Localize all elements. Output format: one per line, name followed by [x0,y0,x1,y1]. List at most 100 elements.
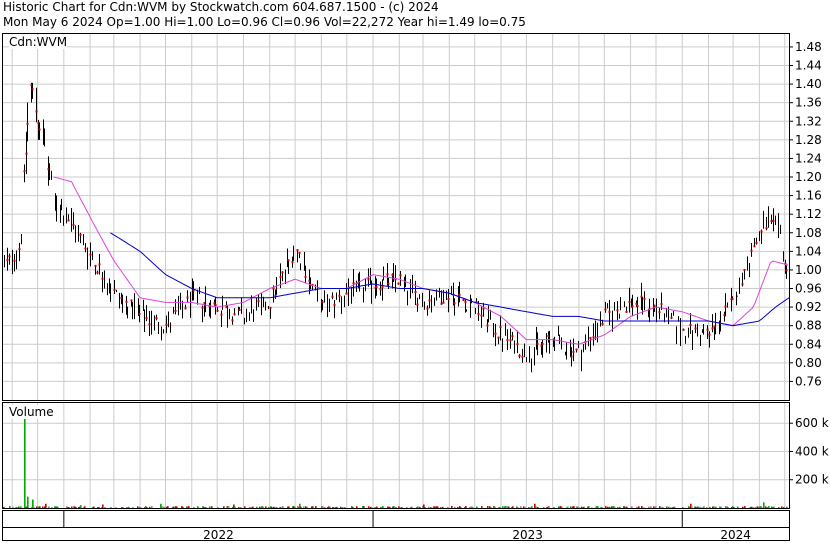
volume-bar [609,506,611,508]
volume-bar [352,507,354,509]
close-dot [414,290,417,293]
close-dot [416,303,419,306]
close-dot [516,343,519,346]
close-dot [440,302,443,305]
volume-bar [757,506,759,508]
close-dot [765,227,768,230]
close-dot [18,248,21,251]
volume-bar [573,506,575,508]
close-dot [486,324,489,327]
volume-bar [768,506,770,508]
volume-bar [115,507,117,509]
close-dot [304,276,307,279]
close-dot [682,328,685,331]
volume-bar [537,507,539,509]
close-dot [521,355,524,358]
price-tick-label: 1.28 [795,133,822,147]
volume-bars [3,406,791,509]
volume-bar [9,506,11,508]
volume-bar [494,506,496,508]
volume-bar [781,506,783,508]
price-tick-label: 0.88 [795,319,822,333]
volume-bar [631,506,633,508]
volume-bar [601,506,603,508]
volume-bar [737,506,739,508]
volume-bar [33,506,35,508]
volume-bar [703,507,705,509]
close-dot [333,304,336,307]
close-dot [145,317,148,320]
volume-bar [84,506,86,508]
volume-bar [655,506,657,508]
volume-bar [700,506,702,508]
volume-bar [428,506,430,508]
close-dot [770,220,773,223]
volume-bar [581,506,583,508]
price-volume-chart: 1.48 1.44 1.40 1.36 1.32 1.28 1.24 1.20 1.16 1.12… [2,33,829,542]
close-dot [453,302,456,305]
close-dot [23,170,26,173]
price-tick-label: 1.04 [795,244,822,258]
volume-bar [668,506,670,508]
price-tick-label: 0.80 [795,356,822,370]
price-tick-label: 1.16 [795,189,822,203]
close-dot [79,233,82,236]
close-dot [601,323,604,326]
volume-bar [393,506,395,508]
close-dot [345,292,348,295]
volume-bar [329,506,331,508]
volume-bar [476,506,478,508]
volume-bar [223,506,225,508]
close-dot [536,342,539,345]
volume-panel-title: Volume [9,405,54,419]
volume-tick-label: 200 k [795,473,829,487]
volume-bar [274,506,276,508]
close-dot [25,152,28,155]
volume-bar [561,506,563,508]
price-tick-label: 1.00 [795,263,822,277]
close-dot [379,288,382,291]
volume-bar [265,506,267,508]
volume-bar [209,506,211,508]
volume-bar [182,506,184,508]
volume-bar [240,507,242,509]
price-panel-frame [2,33,790,401]
volume-bar [188,506,190,508]
close-dot [84,247,87,250]
volume-bar [340,506,342,508]
volume-bar [228,506,230,508]
volume-bar [102,504,104,508]
close-dot [506,339,509,342]
price-tick-label: 1.08 [795,226,822,240]
volume-bar [487,506,489,508]
close-dot [731,298,734,301]
close-dot [428,299,431,302]
close-dot [477,312,480,315]
close-dot [426,307,429,310]
close-dot [165,323,168,326]
volume-bar [271,507,273,509]
volume-bar [312,506,314,508]
close-dot [8,255,11,258]
close-dot [26,122,29,125]
price-axis-labels: 1.48 1.44 1.40 1.36 1.32 1.28 1.24 1.20 1.16 1.12… [789,40,822,388]
close-dot [592,336,595,339]
close-dot [279,275,282,278]
volume-bar [368,506,370,508]
price-tick-label: 1.12 [795,207,822,221]
price-tick-label: 1.40 [795,77,822,91]
close-dot [291,261,294,264]
close-dot [331,295,334,298]
volume-bar [39,506,41,508]
volume-bar [666,506,668,508]
volume-bar [324,506,326,508]
volume-bar [3,506,5,508]
close-dot [220,313,223,316]
price-tick-label: 0.76 [795,374,822,388]
volume-bar [520,506,522,508]
price-tick-label: 1.32 [795,114,822,128]
volume-bar [517,506,519,508]
close-dot [631,305,634,308]
close-dot [375,285,378,288]
volume-bar [93,506,95,508]
